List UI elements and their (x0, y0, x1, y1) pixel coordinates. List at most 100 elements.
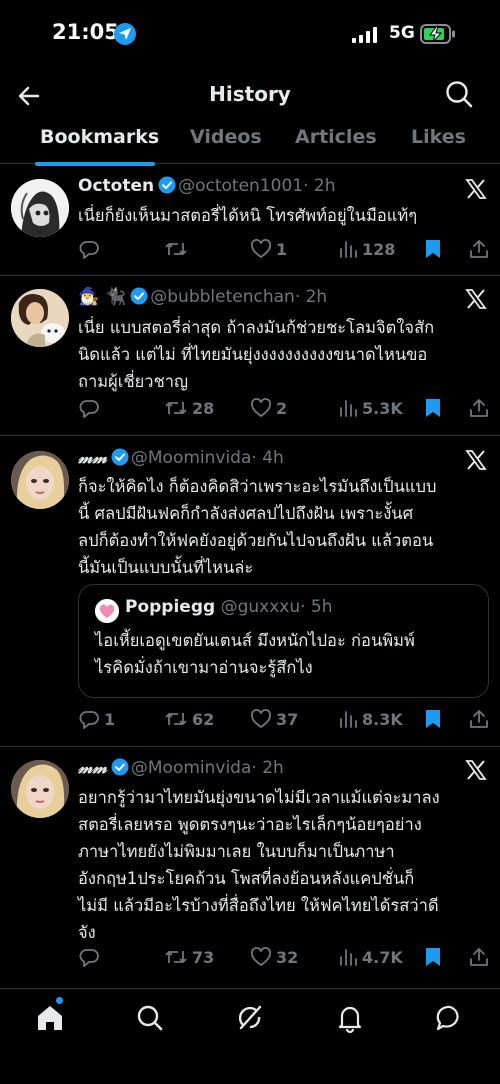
explore-button[interactable] (133, 1001, 167, 1035)
grok-button[interactable] (233, 1001, 267, 1035)
bookmark-button[interactable] (424, 394, 442, 422)
quote-timestamp[interactable]: · 5h (300, 597, 332, 617)
tweet-line: เนี่ย แบบสตอรี่ล่าสุด ถ้าลงมันก้ช่วยชะโล… (78, 318, 435, 337)
retweet-button[interactable] (164, 235, 192, 263)
avatar[interactable] (11, 179, 69, 237)
tab-bar: Bookmarks Videos Articles Likes (0, 126, 500, 166)
avatar[interactable] (11, 760, 69, 818)
avatar[interactable] (11, 289, 69, 347)
tweet[interactable]: 𝓂𝓂 @Moominvida· 2h อยากรู้ว่ามาไทยมันยุ่ง… (0, 748, 500, 988)
page-title: History (209, 82, 291, 106)
tweet-line: ไม่มี แล้วมีอะไรบ้างที่สื่อถึงไทย ให้ฟคไ… (78, 896, 439, 915)
timestamp[interactable]: · 2h (251, 758, 283, 778)
like-count: 1 (276, 239, 288, 259)
reply-button[interactable]: 1 (78, 705, 115, 733)
tweet-line: เนี่ยก็ยังเห็นมาสตอรี่ได้หนิ โทรศัพท์อยู… (78, 206, 418, 225)
tweet-actions: 28 2 5.3K (78, 394, 490, 422)
tweet-text: เนี่ย แบบสตอรี่ล่าสุด ถ้าลงมันก้ช่วยชะโล… (78, 314, 488, 395)
retweet-button[interactable]: 62 (164, 705, 214, 733)
tweet-line: ถามผู้เชี่ยวชาญ (78, 372, 189, 391)
display-name[interactable]: 𝓂𝓂 (78, 758, 107, 778)
bookmark-filled-icon (426, 710, 440, 728)
tweet[interactable]: 🧙‍♂️ 🐈‍⬛ @bubbletenchan· 2h เนี่ย แบบสตอร… (0, 277, 500, 436)
like-button[interactable]: 2 (250, 394, 287, 422)
display-name[interactable]: Octoten (78, 176, 154, 196)
retweet-count: 62 (192, 709, 215, 729)
timestamp[interactable]: · 2h (303, 176, 335, 196)
views-button[interactable]: 128 (338, 235, 395, 263)
quote-handle[interactable]: @guxxxu (221, 597, 301, 617)
share-button[interactable] (468, 394, 490, 422)
search-icon (137, 1005, 163, 1031)
view-count: 8.3K (362, 709, 403, 729)
bookmark-button[interactable] (424, 943, 442, 971)
like-button[interactable]: 32 (250, 943, 298, 971)
handle[interactable]: @bubbletenchan (150, 287, 295, 307)
retweet-button[interactable]: 73 (164, 943, 214, 971)
search-button[interactable] (444, 79, 474, 109)
retweet-icon (165, 713, 187, 725)
tweet-text: ก็จะให้คิดไง ก็ต้องคิดสิว่าเพราะอะไรมันถ… (78, 473, 488, 581)
like-button[interactable]: 37 (250, 705, 298, 733)
x-logo-icon[interactable] (464, 758, 490, 784)
heart-icon (251, 947, 271, 967)
handle[interactable]: @Moominvida (131, 448, 252, 468)
retweet-icon (165, 951, 187, 963)
tab-videos[interactable]: Videos (190, 126, 262, 148)
bookmark-button[interactable] (424, 705, 442, 733)
retweet-button[interactable]: 28 (164, 394, 214, 422)
reply-count: 1 (104, 709, 116, 729)
handle[interactable]: @Moominvida (131, 758, 252, 778)
home-button[interactable] (33, 1001, 67, 1035)
retweet-icon (165, 243, 187, 255)
avatar[interactable] (11, 451, 69, 509)
tab-articles[interactable]: Articles (295, 126, 377, 148)
bottom-navigation (0, 988, 500, 1084)
notifications-icon (338, 1006, 362, 1034)
timestamp[interactable]: · 4h (251, 448, 283, 468)
quote-display-name[interactable]: Poppiegg (125, 597, 215, 617)
tweet-line: นี้ ศลปมีฝันฟคก็กำลังส่งศลปไปถึงฝัน เพรา… (78, 504, 414, 523)
x-logo-icon[interactable] (464, 448, 490, 474)
like-count: 32 (276, 947, 299, 967)
share-icon (470, 240, 488, 258)
reply-button[interactable] (78, 943, 104, 971)
views-button[interactable]: 5.3K (338, 394, 403, 422)
verified-badge-icon (130, 287, 148, 310)
x-logo-icon[interactable] (464, 287, 490, 313)
search-icon (446, 81, 473, 108)
tweet-line: สตอรี่เลยหรอ พูดตรงๆนะว่าอะไรเล็กๆน้อยๆอ… (78, 815, 422, 834)
views-chart-icon (340, 400, 357, 417)
tab-likes[interactable]: Likes (411, 126, 466, 148)
heart-icon (251, 398, 271, 418)
grok-icon (238, 1005, 262, 1030)
bookmark-button[interactable] (424, 235, 442, 263)
share-button[interactable] (468, 235, 490, 263)
reply-button[interactable] (78, 394, 104, 422)
quote-avatar[interactable] (95, 599, 119, 623)
views-button[interactable]: 4.7K (338, 943, 403, 971)
header: History Bookmarks Videos Articles Likes (0, 66, 500, 166)
handle[interactable]: @octoten1001 (178, 176, 303, 196)
reply-button[interactable] (78, 235, 104, 263)
bookmark-filled-icon (426, 399, 440, 417)
share-button[interactable] (468, 943, 490, 971)
x-logo-icon[interactable] (464, 177, 490, 203)
signal-icon (352, 27, 377, 43)
tab-bookmarks[interactable]: Bookmarks (40, 126, 159, 148)
reply-icon (79, 241, 99, 259)
views-button[interactable]: 8.3K (338, 705, 403, 733)
timestamp[interactable]: · 2h (295, 287, 327, 307)
quoted-tweet[interactable]: Poppiegg @guxxxu· 5h ไอเหี้ยเอดูเขตยันเต… (78, 584, 489, 698)
reply-icon (79, 949, 99, 967)
messages-button[interactable] (433, 1001, 467, 1035)
tweet[interactable]: 𝓂𝓂 @Moominvida· 4h ก็จะให้คิดไง ก็ต้องคิด… (0, 437, 500, 747)
notifications-button[interactable] (333, 1001, 367, 1035)
share-button[interactable] (468, 705, 490, 733)
battery-charging-icon (420, 24, 455, 44)
tweet-header: 🧙‍♂️ 🐈‍⬛ @bubbletenchan· 2h (78, 287, 454, 313)
tweet[interactable]: Octoten @octoten1001· 2h เนี่ยก็ยังเห็นมา… (0, 165, 500, 276)
display-name[interactable]: 𝓂𝓂 (78, 448, 107, 468)
display-name[interactable]: 🧙‍♂️ 🐈‍⬛ (78, 287, 126, 307)
like-button[interactable]: 1 (250, 235, 287, 263)
